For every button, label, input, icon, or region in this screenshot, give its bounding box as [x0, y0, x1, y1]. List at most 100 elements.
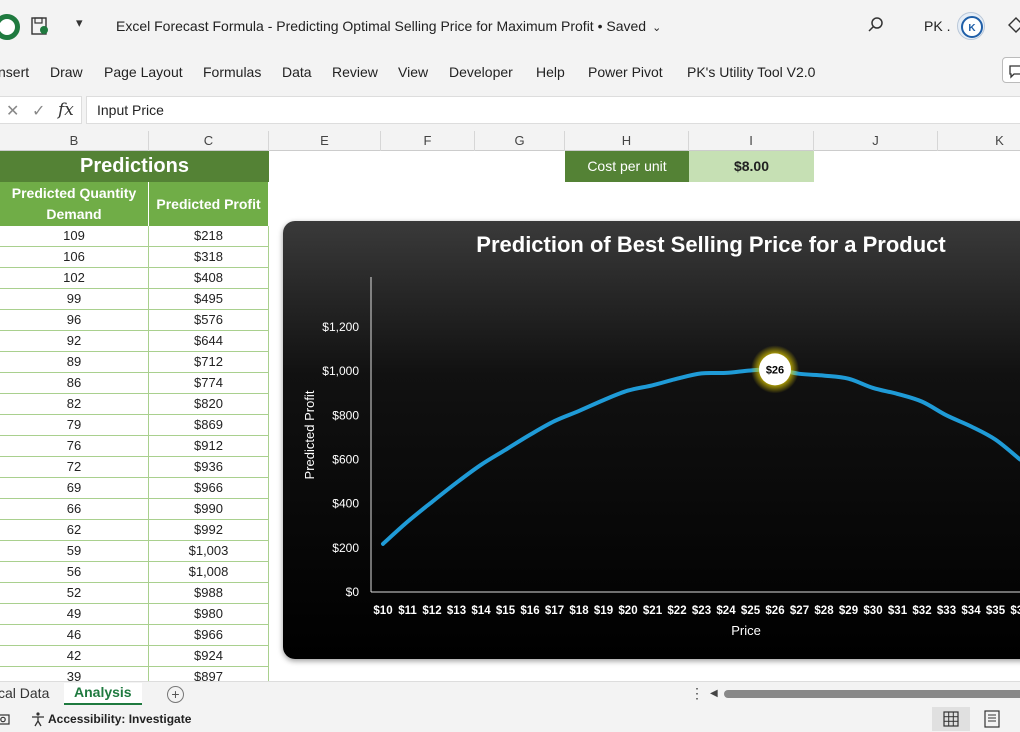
tab-view[interactable]: View [398, 64, 428, 80]
cost-per-unit-value[interactable]: $8.00 [689, 151, 814, 182]
qty-cell[interactable]: 79 [0, 415, 149, 436]
optimal-price-label: $26 [766, 364, 784, 376]
qty-cell[interactable]: 89 [0, 352, 149, 373]
qty-cell[interactable]: 82 [0, 394, 149, 415]
qty-cell[interactable]: 56 [0, 562, 149, 583]
x-tick-label: $22 [667, 605, 686, 617]
tab-page-layout[interactable]: Page Layout [104, 64, 183, 80]
tab-review[interactable]: Review [332, 64, 378, 80]
qty-cell[interactable]: 46 [0, 625, 149, 646]
worksheet-grid[interactable]: Predictions Predicted Quantity Demand Pr… [0, 151, 1020, 681]
qty-cell[interactable]: 102 [0, 268, 149, 289]
profit-chart[interactable]: Prediction of Best Selling Price for a P… [283, 221, 1020, 659]
tab-help[interactable]: Help [536, 64, 565, 80]
qty-cell[interactable]: 42 [0, 646, 149, 667]
profit-cell[interactable]: $924 [149, 646, 269, 667]
document-title[interactable]: Excel Forecast Formula - Predicting Opti… [116, 18, 661, 34]
qty-cell[interactable]: 76 [0, 436, 149, 457]
column-header-f[interactable]: F [381, 131, 475, 151]
column-header-e[interactable]: E [269, 131, 381, 151]
insert-function-icon[interactable]: fx [58, 100, 74, 120]
qty-cell[interactable]: 92 [0, 331, 149, 352]
column-header-i[interactable]: I [689, 131, 814, 151]
profit-cell[interactable]: $992 [149, 520, 269, 541]
column-header-k[interactable]: K [938, 131, 1020, 151]
qty-cell[interactable]: 106 [0, 247, 149, 268]
page-layout-view-icon[interactable] [982, 710, 1002, 728]
qty-cell[interactable]: 69 [0, 478, 149, 499]
quick-access-dropdown-icon[interactable]: ▾ [76, 15, 83, 31]
add-sheet-icon[interactable]: + [167, 686, 184, 703]
qty-demand-header[interactable]: Predicted Quantity Demand [0, 182, 149, 226]
column-header-g[interactable]: G [475, 131, 565, 151]
qty-cell[interactable]: 39 [0, 667, 149, 681]
cancel-icon[interactable]: ✕ [6, 101, 19, 121]
user-name[interactable]: PK . [924, 18, 950, 34]
profit-cell[interactable]: $1,003 [149, 541, 269, 562]
profit-cell[interactable]: $897 [149, 667, 269, 681]
macro-record-icon[interactable] [0, 712, 10, 726]
predicted-profit-header[interactable]: Predicted Profit [149, 182, 269, 226]
accessibility-icon[interactable] [30, 711, 46, 727]
profit-cell[interactable]: $712 [149, 352, 269, 373]
column-header-b[interactable]: B [0, 131, 149, 151]
qty-cell[interactable]: 59 [0, 541, 149, 562]
sheet-tab-cal-data[interactable]: cal Data [0, 685, 49, 701]
profit-cell[interactable]: $988 [149, 583, 269, 604]
tab-formulas[interactable]: Formulas [203, 64, 261, 80]
qty-cell[interactable]: 96 [0, 310, 149, 331]
profit-cell[interactable]: $966 [149, 625, 269, 646]
profit-cell[interactable]: $820 [149, 394, 269, 415]
qty-cell[interactable]: 62 [0, 520, 149, 541]
cost-per-unit-label[interactable]: Cost per unit [565, 151, 689, 182]
predictions-title[interactable]: Predictions [0, 151, 269, 182]
profit-cell[interactable]: $980 [149, 604, 269, 625]
column-header-c[interactable]: C [149, 131, 269, 151]
qty-cell[interactable]: 52 [0, 583, 149, 604]
profit-cell[interactable]: $1,008 [149, 562, 269, 583]
qty-cell[interactable]: 72 [0, 457, 149, 478]
accessibility-status[interactable]: Accessibility: Investigate [48, 712, 191, 726]
profit-cell[interactable]: $318 [149, 247, 269, 268]
enter-check-icon[interactable]: ✓ [32, 101, 45, 121]
y-tick-label: $600 [332, 453, 359, 467]
profit-cell[interactable]: $495 [149, 289, 269, 310]
profit-cell[interactable]: $408 [149, 268, 269, 289]
search-icon[interactable] [866, 15, 886, 35]
profit-cell[interactable]: $990 [149, 499, 269, 520]
tab-pk-utility[interactable]: PK's Utility Tool V2.0 [687, 64, 815, 80]
tab-power-pivot[interactable]: Power Pivot [588, 64, 663, 80]
profit-cell[interactable]: $936 [149, 457, 269, 478]
column-header-h[interactable]: H [565, 131, 689, 151]
tab-insert[interactable]: nsert [0, 64, 29, 80]
profit-cell[interactable]: $912 [149, 436, 269, 457]
profit-cell[interactable]: $966 [149, 478, 269, 499]
qty-cell[interactable]: 66 [0, 499, 149, 520]
more-options-icon[interactable]: ⋮ [690, 685, 704, 702]
excel-logo-icon [0, 14, 20, 40]
qty-cell[interactable]: 49 [0, 604, 149, 625]
sheet-tab-analysis[interactable]: Analysis [64, 683, 142, 705]
tab-draw[interactable]: Draw [50, 64, 83, 80]
tab-developer[interactable]: Developer [449, 64, 513, 80]
table-row: 69 $966 [0, 478, 269, 499]
comment-icon[interactable] [1002, 57, 1020, 83]
tab-data[interactable]: Data [282, 64, 312, 80]
profit-cell[interactable]: $576 [149, 310, 269, 331]
autosave-icon[interactable] [30, 16, 50, 36]
profit-cell[interactable]: $644 [149, 331, 269, 352]
normal-view-button[interactable] [932, 707, 970, 731]
qty-cell[interactable]: 86 [0, 373, 149, 394]
profit-cell[interactable]: $774 [149, 373, 269, 394]
qty-cell[interactable]: 109 [0, 226, 149, 247]
scroll-left-icon[interactable]: ◀ [710, 688, 718, 699]
copilot-icon[interactable] [1008, 17, 1020, 33]
avatar[interactable]: K [957, 12, 985, 40]
x-tick-label: $17 [545, 605, 564, 617]
qty-cell[interactable]: 99 [0, 289, 149, 310]
formula-input[interactable]: Input Price [86, 96, 1020, 124]
profit-cell[interactable]: $869 [149, 415, 269, 436]
profit-cell[interactable]: $218 [149, 226, 269, 247]
column-header-j[interactable]: J [814, 131, 938, 151]
horizontal-scrollbar[interactable] [724, 690, 1020, 698]
